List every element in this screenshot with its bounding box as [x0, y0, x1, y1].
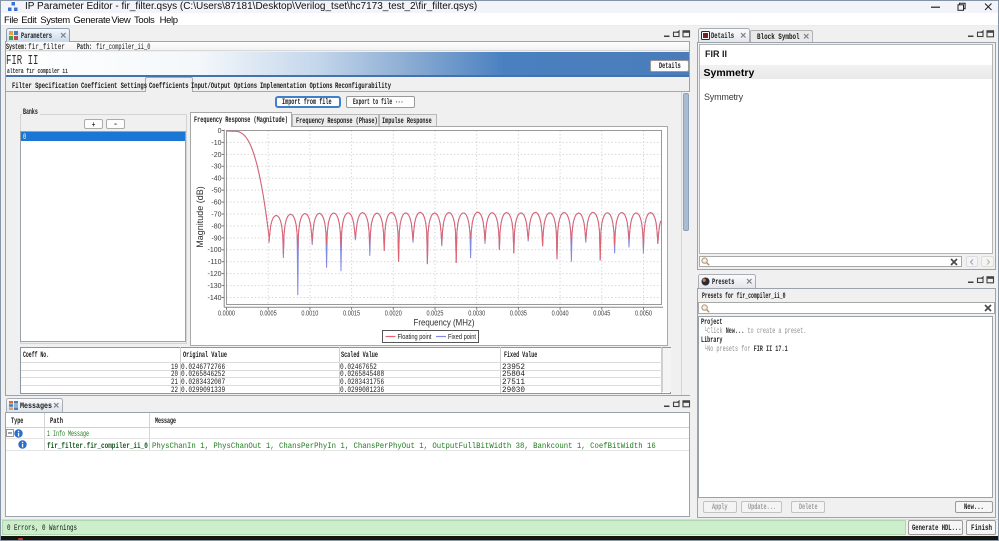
svg-text:-120: -120: [207, 271, 221, 278]
svg-text:-90: -90: [211, 235, 221, 242]
svg-text:0.0000: 0.0000: [218, 311, 235, 318]
svg-text:Magnitude (dB): Magnitude (dB): [195, 186, 205, 248]
svg-text:Fixed point: Fixed point: [448, 332, 477, 341]
svg-text:-80: -80: [211, 223, 221, 230]
svg-text:Floating point: Floating point: [398, 332, 433, 341]
svg-text:Frequency (MHz): Frequency (MHz): [414, 318, 475, 329]
svg-text:-110: -110: [208, 259, 222, 266]
svg-text:0.0025: 0.0025: [427, 311, 444, 318]
svg-text:-20: -20: [211, 152, 221, 159]
svg-text:-130: -130: [207, 283, 221, 290]
svg-text:-50: -50: [211, 188, 221, 195]
svg-text:0.0030: 0.0030: [468, 311, 485, 318]
svg-text:0.0005: 0.0005: [260, 311, 277, 318]
svg-text:0: 0: [218, 128, 222, 135]
svg-text:0.0015: 0.0015: [343, 311, 360, 318]
svg-text:-60: -60: [211, 200, 221, 207]
svg-text:-100: -100: [207, 247, 221, 254]
svg-text:0.0035: 0.0035: [510, 311, 527, 318]
svg-text:-70: -70: [211, 211, 221, 218]
svg-text:0.0050: 0.0050: [635, 311, 652, 318]
svg-text:0.0010: 0.0010: [301, 311, 318, 318]
svg-text:0.0020: 0.0020: [385, 311, 402, 318]
svg-text:-30: -30: [211, 164, 221, 171]
svg-text:0.0045: 0.0045: [593, 311, 610, 318]
svg-text:-40: -40: [211, 176, 221, 183]
svg-text:0.0040: 0.0040: [552, 311, 569, 318]
svg-text:-10: -10: [211, 140, 221, 147]
svg-text:-140: -140: [207, 295, 221, 302]
